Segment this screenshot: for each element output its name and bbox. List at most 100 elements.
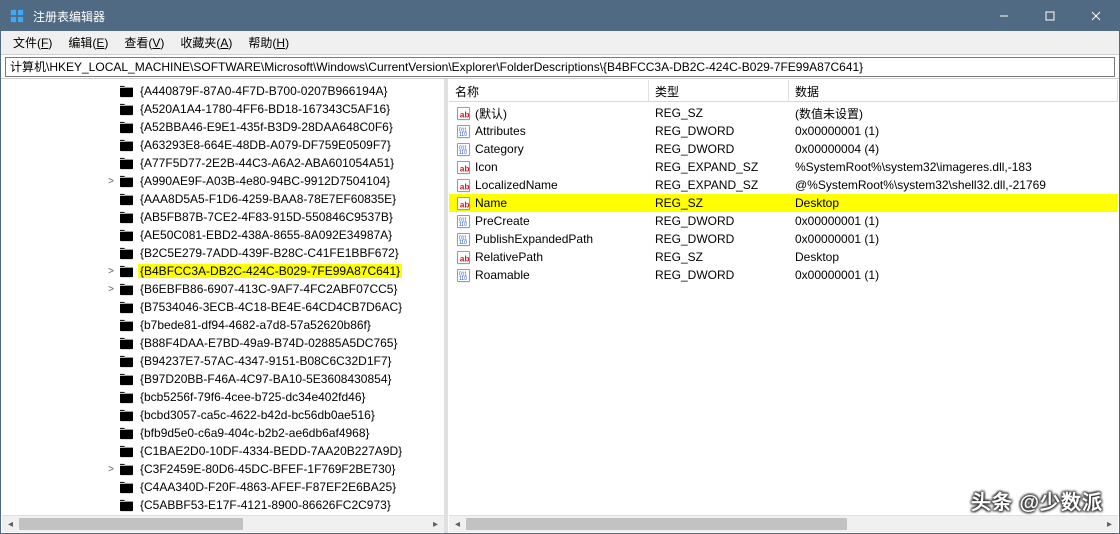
folder-icon	[118, 353, 134, 369]
tree-row[interactable]: {AE50C081-EBD2-438A-8655-8A092E34987A}	[2, 226, 444, 244]
tree-row[interactable]: {B88F4DAA-E7BD-49a9-B74D-02885A5DC765}	[2, 334, 444, 352]
scroll-thumb[interactable]	[19, 518, 243, 530]
tree-row[interactable]: > {B4BFCC3A-DB2C-424C-B029-7FE99A87C641}	[2, 262, 444, 280]
tree-row[interactable]: {B7534046-3ECB-4C18-BE4E-64CD4CB7D6AC}	[2, 298, 444, 316]
tree-label: {bcb5256f-79f6-4cee-b725-dc34e402fd46}	[138, 390, 368, 404]
tree-row[interactable]: {C1BAE2D0-10DF-4334-BEDD-7AA20B227A9D}	[2, 442, 444, 460]
scroll-right-button[interactable]: ▸	[427, 516, 444, 532]
tree-label: {b7bede81-df94-4682-a7d8-57a52620b86f}	[138, 318, 373, 332]
tree-scroll[interactable]: {A440879F-87A0-4F7D-B700-0207B966194A} {A…	[2, 80, 444, 515]
titlebar: 注册表编辑器	[1, 1, 1119, 31]
value-name: Attributes	[475, 124, 526, 138]
folder-icon	[118, 263, 134, 279]
tree-label: {A520A1A4-1780-4FF6-BD18-167343C5AF16}	[138, 102, 392, 116]
header-data[interactable]: 数据	[789, 80, 1118, 101]
app-icon	[9, 8, 25, 24]
tree-label: {AE50C081-EBD2-438A-8655-8A092E34987A}	[138, 228, 394, 242]
tree-row[interactable]: {bcbd3057-ca5c-4622-b42d-bc56db0ae516}	[2, 406, 444, 424]
value-row[interactable]: (默认)REG_SZ(数值未设置)	[449, 104, 1118, 122]
folder-icon	[118, 461, 134, 477]
tree-row[interactable]: {A77F5D77-2E2B-44C3-A6A2-ABA601054A51}	[2, 154, 444, 172]
tree-label: {bfb9d5e0-c6a9-404c-b2b2-ae6db6af4968}	[138, 426, 372, 440]
expand-caret-icon[interactable]: >	[104, 266, 118, 277]
tree-label: {B6EBFB86-6907-413C-9AF7-4FC2ABF07CC5}	[138, 282, 399, 296]
tree-row[interactable]: {bcb5256f-79f6-4cee-b725-dc34e402fd46}	[2, 388, 444, 406]
close-button[interactable]	[1073, 1, 1119, 31]
tree-row[interactable]: >{C3F2459E-80D6-45DC-BFEF-1F769F2BE730}	[2, 460, 444, 478]
header-name[interactable]: 名称	[449, 80, 649, 101]
tree-label: {A63293E8-664E-48DB-A079-DF759E0509F7}	[138, 138, 393, 152]
value-name: PreCreate	[475, 214, 530, 228]
header-type[interactable]: 类型	[649, 80, 789, 101]
folder-icon	[118, 299, 134, 315]
expand-caret-icon[interactable]: >	[104, 176, 118, 187]
menu-item[interactable]: 编辑(E)	[60, 31, 116, 54]
value-row[interactable]: CategoryREG_DWORD0x00000004 (4)	[449, 140, 1118, 158]
tree-row[interactable]: >{A990AE9F-A03B-4e80-94BC-9912D7504104}	[2, 172, 444, 190]
tree-row[interactable]: {AB5FB87B-7CE2-4F83-915D-550846C9537B}	[2, 208, 444, 226]
minimize-button[interactable]	[981, 1, 1027, 31]
value-data: 0x00000001 (1)	[789, 214, 1118, 228]
address-input[interactable]: 计算机\HKEY_LOCAL_MACHINE\SOFTWARE\Microsof…	[5, 57, 1115, 77]
menu-item[interactable]: 帮助(H)	[240, 31, 297, 54]
expand-caret-icon[interactable]: >	[104, 284, 118, 295]
tree-row[interactable]: {C5ABBF53-E17F-4121-8900-86626FC2C973}	[2, 496, 444, 514]
tree-row[interactable]: > {B6EBFB86-6907-413C-9AF7-4FC2ABF07CC5}	[2, 280, 444, 298]
menu-item[interactable]: 文件(F)	[5, 31, 60, 54]
expand-caret-icon[interactable]: >	[104, 464, 118, 475]
menu-item[interactable]: 查看(V)	[116, 31, 172, 54]
string-value-icon	[455, 249, 471, 265]
value-type: REG_SZ	[649, 196, 789, 210]
value-data: %SystemRoot%\system32\imageres.dll,-183	[789, 160, 1118, 174]
value-row[interactable]: RoamableREG_DWORD0x00000001 (1)	[449, 266, 1118, 284]
tree-row[interactable]: {A440879F-87A0-4F7D-B700-0207B966194A}	[2, 82, 444, 100]
folder-icon	[118, 227, 134, 243]
value-row[interactable]: LocalizedNameREG_EXPAND_SZ@%SystemRoot%\…	[449, 176, 1118, 194]
tree-horizontal-scrollbar[interactable]: ◂ ▸	[2, 515, 444, 532]
value-name: LocalizedName	[475, 178, 558, 192]
tree-label: {A52BBA46-E9E1-435f-B3D9-28DAA648C0F6}	[138, 120, 395, 134]
tree-row[interactable]: {A63293E8-664E-48DB-A079-DF759E0509F7}	[2, 136, 444, 154]
values-pane: 名称 类型 数据 (默认)REG_SZ(数值未设置)AttributesREG_…	[448, 79, 1119, 533]
scroll-left-button[interactable]: ◂	[2, 516, 19, 532]
tree-label: {C1BAE2D0-10DF-4334-BEDD-7AA20B227A9D}	[138, 444, 404, 458]
value-data: (数值未设置)	[789, 105, 1118, 122]
folder-icon	[118, 191, 134, 207]
tree-row[interactable]: {A52BBA46-E9E1-435f-B3D9-28DAA648C0F6}	[2, 118, 444, 136]
value-row[interactable]: PreCreate REG_DWORD0x00000001 (1)	[449, 212, 1118, 230]
values-horizontal-scrollbar[interactable]: ◂ ▸	[449, 515, 1118, 532]
tree-label: {C5ABBF53-E17F-4121-8900-86626FC2C973}	[138, 498, 393, 512]
value-row[interactable]: IconREG_EXPAND_SZ%SystemRoot%\system32\i…	[449, 158, 1118, 176]
tree-label: {B7534046-3ECB-4C18-BE4E-64CD4CB7D6AC}	[138, 300, 404, 314]
value-row[interactable]: AttributesREG_DWORD0x00000001 (1)	[449, 122, 1118, 140]
menu-item[interactable]: 收藏夹(A)	[172, 31, 240, 54]
tree-row[interactable]: {B97D20BB-F46A-4C97-BA10-5E3608430854}	[2, 370, 444, 388]
tree-row[interactable]: {bfb9d5e0-c6a9-404c-b2b2-ae6db6af4968}	[2, 424, 444, 442]
scroll-right-button[interactable]: ▸	[1101, 516, 1118, 532]
binary-value-icon	[455, 267, 471, 283]
tree-label: {B94237E7-57AC-4347-9151-B08C6C32D1F7}	[138, 354, 394, 368]
values-header: 名称 类型 数据	[449, 80, 1118, 102]
value-row[interactable]: PublishExpandedPathREG_DWORD0x00000001 (…	[449, 230, 1118, 248]
tree-row[interactable]: {b7bede81-df94-4682-a7d8-57a52620b86f}	[2, 316, 444, 334]
folder-icon	[118, 209, 134, 225]
string-value-icon	[455, 195, 471, 211]
tree-label: {C4AA340D-F20F-4863-AFEF-F87EF2E6BA25}	[138, 480, 398, 494]
scroll-left-button[interactable]: ◂	[449, 516, 466, 532]
folder-icon	[118, 317, 134, 333]
maximize-button[interactable]	[1027, 1, 1073, 31]
window-title: 注册表编辑器	[33, 8, 981, 25]
tree-row[interactable]: {B2C5E279-7ADD-439F-B28C-C41FE1BBF672}	[2, 244, 444, 262]
folder-icon	[118, 83, 134, 99]
tree-row[interactable]: {A520A1A4-1780-4FF6-BD18-167343C5AF16}	[2, 100, 444, 118]
binary-value-icon	[455, 123, 471, 139]
tree-row[interactable]: {B94237E7-57AC-4347-9151-B08C6C32D1F7}	[2, 352, 444, 370]
value-row[interactable]: NameREG_SZDesktop	[449, 194, 1118, 212]
tree-label: {B4BFCC3A-DB2C-424C-B029-7FE99A87C641}	[138, 264, 402, 278]
value-row[interactable]: RelativePathREG_SZDesktop	[449, 248, 1118, 266]
tree-row[interactable]: {C4AA340D-F20F-4863-AFEF-F87EF2E6BA25}	[2, 478, 444, 496]
scroll-thumb[interactable]	[466, 518, 847, 530]
value-type: REG_DWORD	[649, 214, 789, 228]
tree-row[interactable]: {AAA8D5A5-F1D6-4259-BAA8-78E7EF60835E}	[2, 190, 444, 208]
value-type: REG_SZ	[649, 250, 789, 264]
